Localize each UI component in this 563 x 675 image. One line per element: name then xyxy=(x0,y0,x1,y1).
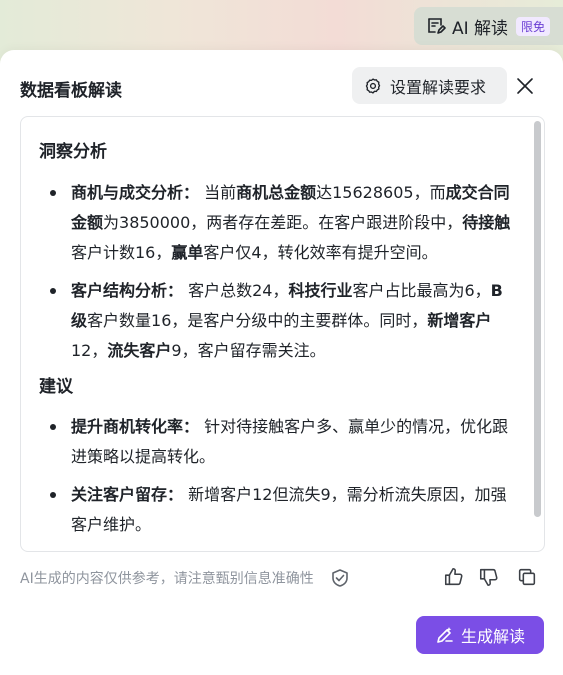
copy-icon[interactable] xyxy=(516,566,538,588)
suggestions-list: 提升商机转化率： 针对待接触客户多、赢单少的情况，优化跟进策略以提高转化。 关注客… xyxy=(39,412,513,540)
section-title-insights: 洞察分析 xyxy=(39,142,107,162)
body-text: 当前 xyxy=(199,183,237,202)
body-text: 达15628605，而 xyxy=(316,183,446,202)
body-text: 客户计数16， xyxy=(71,243,172,262)
generate-interpretation-button[interactable]: 生成解读 xyxy=(416,616,544,654)
shield-check-icon[interactable] xyxy=(330,568,350,588)
body-text: 客户数量16，是客户分级中的主要群体。同时， xyxy=(87,311,428,330)
bold-text: 客户结构分析： xyxy=(71,281,184,300)
bold-text: 商机总金额 xyxy=(236,183,317,202)
disclaimer: AI生成的内容仅供参考，请注意甄别信息准确性 xyxy=(20,568,350,588)
disclaimer-text: AI生成的内容仅供参考，请注意甄别信息准确性 xyxy=(20,571,314,587)
sparkle-pen-icon xyxy=(435,625,455,645)
body-text: 为3850000，两者存在差距。在客户跟进阶段中， xyxy=(103,213,463,232)
body-text: 客户仅4，转化效率有提升空间。 xyxy=(203,243,438,262)
content-scroll-area[interactable]: 洞察分析 商机与成交分析： 当前商机总金额达15628605，而成交合同金额为3… xyxy=(21,117,531,551)
list-item: 客户结构分析： 客户总数24，科技行业客户占比最高为6，B级客户数量16，是客户… xyxy=(39,276,513,366)
ai-doc-icon xyxy=(426,16,446,36)
bold-text: 新增客户 xyxy=(427,311,492,330)
scrollbar-thumb[interactable] xyxy=(534,121,541,517)
close-icon xyxy=(516,77,534,95)
ai-interpret-button[interactable]: AI 解读 限免 xyxy=(414,7,563,45)
interpretation-content: 洞察分析 商机与成交分析： 当前商机总金额达15628605，而成交合同金额为3… xyxy=(20,116,545,552)
scrollbar[interactable] xyxy=(534,121,541,547)
gear-icon xyxy=(364,77,382,95)
insights-list: 商机与成交分析： 当前商机总金额达15628605，而成交合同金额为385000… xyxy=(39,178,513,366)
settings-label: 设置解读要求 xyxy=(390,77,487,97)
section-title-suggestions: 建议 xyxy=(39,377,73,397)
list-item: 商机与成交分析： 当前商机总金额达15628605，而成交合同金额为385000… xyxy=(39,178,513,268)
bold-text: 流失客户 xyxy=(107,341,172,360)
list-item: 提升商机转化率： 针对待接触客户多、赢单少的情况，优化跟进策略以提高转化。 xyxy=(39,412,513,472)
body-text: 12， xyxy=(71,341,108,360)
bold-text: 关注客户留存： xyxy=(71,485,184,504)
settings-button[interactable]: 设置解读要求 xyxy=(352,67,507,104)
free-badge: 限免 xyxy=(516,16,551,36)
bold-text: 商机与成交分析： xyxy=(71,183,200,202)
panel-title: 数据看板解读 xyxy=(20,81,122,101)
generate-label: 生成解读 xyxy=(460,627,525,646)
bold-text: 赢单 xyxy=(171,243,204,262)
body-text: 9，客户留存需关注。 xyxy=(171,341,326,360)
ai-interpret-label: AI 解读 xyxy=(452,18,509,39)
bold-text: 提升商机转化率： xyxy=(71,417,200,436)
thumbs-down-icon[interactable] xyxy=(478,566,500,588)
close-button[interactable] xyxy=(513,74,537,98)
thumbs-up-icon[interactable] xyxy=(443,566,465,588)
interpretation-panel: 数据看板解读 设置解读要求 洞察分析 商机与成交分析： 当前商机总金额达1562… xyxy=(0,50,563,675)
list-item: 关注客户留存： 新增客户12但流失9，需分析流失原因，加强客户维护。 xyxy=(39,480,513,540)
bold-text: 科技行业 xyxy=(288,281,353,300)
body-text: 客户总数24， xyxy=(183,281,289,300)
body-text: 客户占比最高为6， xyxy=(352,281,491,300)
bold-text: 待接触 xyxy=(462,213,511,232)
